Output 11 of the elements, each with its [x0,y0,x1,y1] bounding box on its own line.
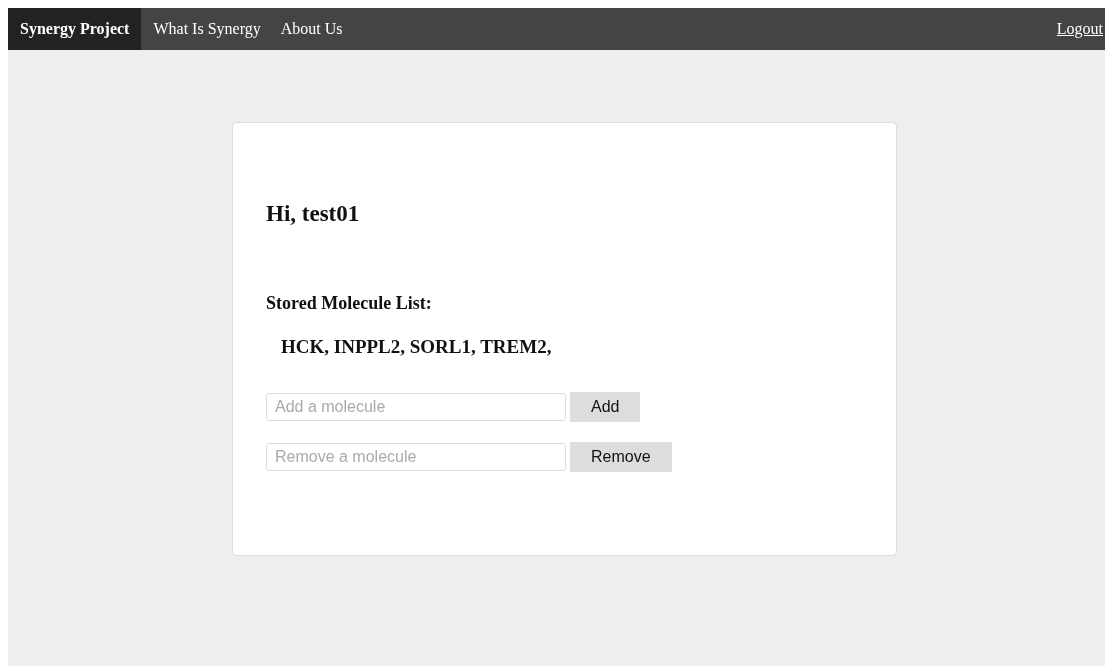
molecule-input[interactable]: Add a molecule [266,393,566,421]
nav-link[interactable]: About Us [272,8,351,50]
submit-button[interactable]: Add [570,392,641,422]
molecule-list: HCK, INPPL2, SORL1, TREM2, [281,336,863,358]
nav-link[interactable]: Synergy Project [8,8,142,50]
list-title: Stored Molecule List: [266,293,433,314]
nav-link[interactable]: What Is Synergy [145,8,269,50]
greeting-heading: Hi, test01 [266,201,361,227]
molecule-input[interactable]: Remove a molecule [266,443,566,471]
submit-button[interactable]: Remove [570,442,672,472]
logout-link[interactable]: Logout [1056,20,1103,38]
